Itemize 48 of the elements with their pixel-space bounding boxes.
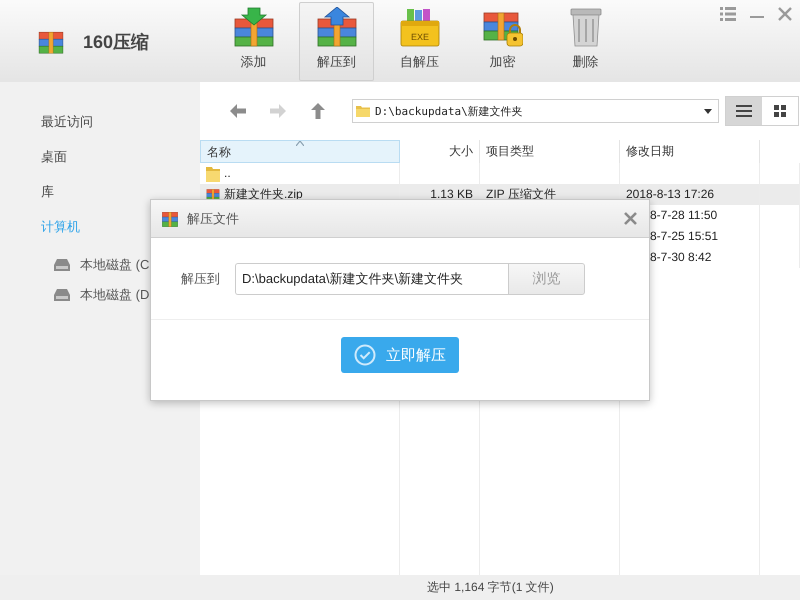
file-name: .. xyxy=(224,165,231,182)
file-name: 新建文件夹.zip xyxy=(224,186,303,203)
path-field[interactable]: D:\backupdata\新建文件夹 xyxy=(352,99,719,123)
grid-icon xyxy=(774,105,786,117)
archive-up-arrow-icon xyxy=(316,7,356,47)
up-arrow-icon xyxy=(309,102,327,120)
column-header[interactable]: 名称 xyxy=(200,140,400,163)
sidebar-item[interactable]: 桌面 xyxy=(41,139,200,174)
archive-down-arrow-icon xyxy=(234,7,274,47)
toolbar-button[interactable]: 加密 xyxy=(465,2,540,81)
drive-item[interactable]: 本地磁盘 (C xyxy=(80,256,150,274)
modified-date: 8-7-25 15:51 xyxy=(650,228,718,245)
right-arrow-icon xyxy=(269,102,287,120)
check-circle-icon xyxy=(354,344,376,366)
left-arrow-icon xyxy=(229,102,247,120)
sort-icon xyxy=(296,141,304,146)
list-view-button[interactable] xyxy=(726,97,762,125)
modified-date: 2018-8-13 17:26 xyxy=(626,186,714,203)
close-icon[interactable] xyxy=(778,7,792,21)
modified-date: 8-7-30 8:42 xyxy=(650,249,712,266)
drive-icon xyxy=(54,259,70,271)
column-header[interactable]: 修改日期 xyxy=(620,140,760,163)
file-size: 1.13 KB xyxy=(430,186,473,203)
field-label: 解压到 xyxy=(181,270,220,288)
toolbar-button[interactable]: 添加 xyxy=(216,2,291,81)
column-header[interactable]: 项目类型 xyxy=(480,140,620,163)
app-title: 160压缩 xyxy=(83,31,150,54)
list-icon xyxy=(736,105,752,117)
toolbar-button[interactable]: EXE 自解压 xyxy=(382,2,457,81)
modified-date: 8-7-28 11:50 xyxy=(650,207,718,224)
dropdown-icon xyxy=(704,108,712,114)
menu-icon[interactable] xyxy=(720,6,736,22)
toolbar-button[interactable]: 解压到 xyxy=(299,2,374,81)
drive-item[interactable]: 本地磁盘 (D xyxy=(80,286,150,304)
column-header[interactable]: 大小 xyxy=(400,140,480,163)
close-icon xyxy=(624,212,637,225)
sidebar-item[interactable]: 最近访问 xyxy=(41,104,200,139)
path-input[interactable]: D:\backupdata\新建文件夹\新建文件夹 xyxy=(235,262,508,294)
close-button[interactable] xyxy=(624,212,637,225)
drive-icon xyxy=(54,289,70,301)
folder-icon xyxy=(356,104,370,118)
sidebar-item[interactable]: 库 xyxy=(41,174,200,209)
toolbar-button[interactable]: 删除 xyxy=(548,2,623,81)
archive-icon xyxy=(161,210,179,228)
file-type: ZIP 压缩文件 xyxy=(486,186,556,203)
dialog-title: 解压文件 xyxy=(187,210,240,228)
status-text: 选中 1,164 字节(1 文件) xyxy=(427,579,554,596)
folder-icon xyxy=(206,166,220,182)
